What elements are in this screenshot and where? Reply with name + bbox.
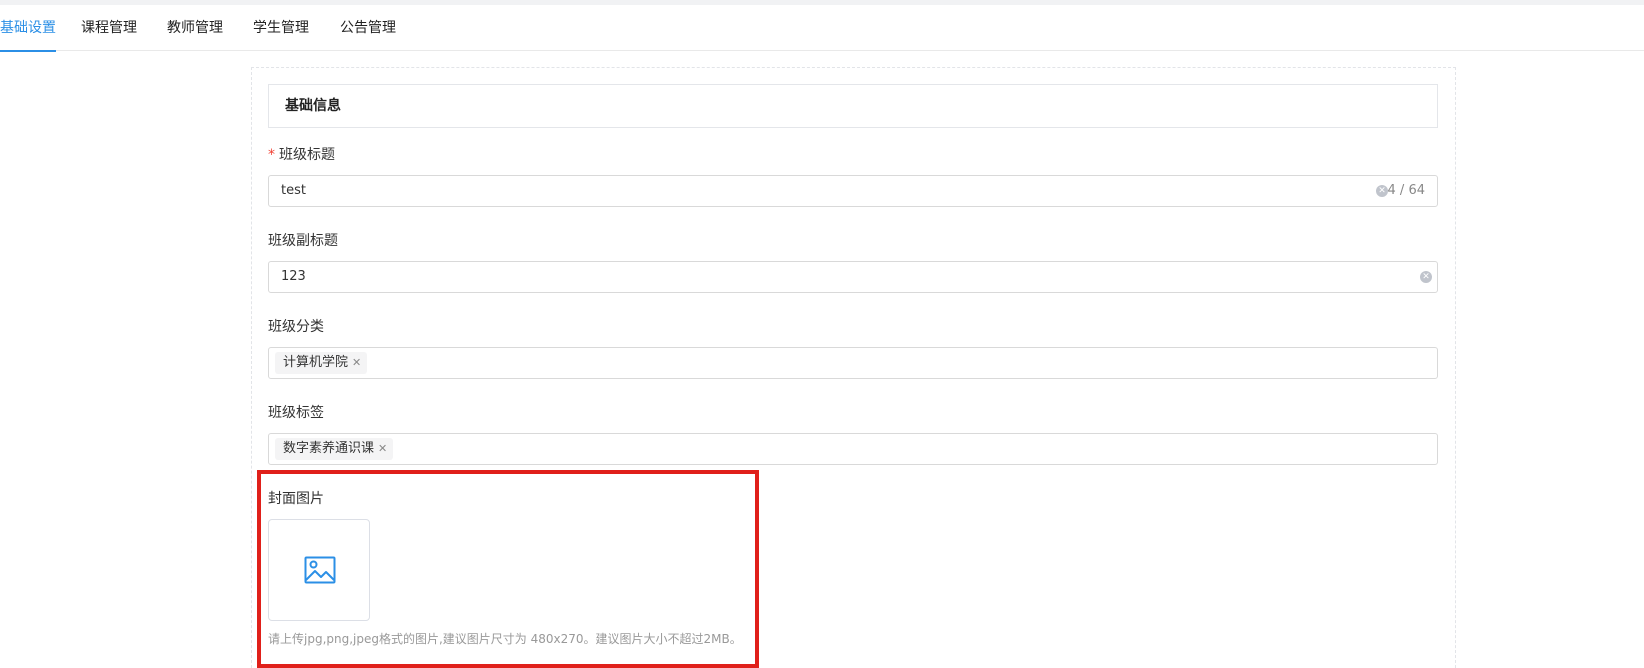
cover-image-upload[interactable] — [268, 519, 370, 621]
tab-bar: 基础设置 课程管理 教师管理 学生管理 公告管理 — [0, 5, 1644, 52]
category-tag: 计算机学院 ✕ — [275, 352, 368, 374]
class-subtitle-label: 班级副标题 — [268, 233, 338, 249]
tag-close-icon[interactable]: ✕ — [378, 438, 387, 460]
class-tag: 数字素养通识课 ✕ — [275, 438, 394, 460]
tab-course-management[interactable]: 课程管理 — [81, 5, 137, 51]
class-title-input[interactable] — [281, 176, 1301, 206]
class-subtitle-field[interactable]: ✕ — [268, 261, 1438, 293]
section-title: 基础信息 — [285, 98, 341, 114]
class-title-label: * 班级标题 — [268, 145, 335, 165]
clear-icon[interactable]: ✕ — [1376, 185, 1388, 197]
category-tag-label: 计算机学院 — [283, 355, 349, 370]
class-tag-label: 数字素养通识课 — [283, 441, 375, 456]
class-subtitle-input[interactable] — [281, 262, 1301, 292]
clear-icon[interactable]: ✕ — [1420, 271, 1432, 283]
cover-image-label: 封面图片 — [268, 491, 324, 507]
section-header: 基础信息 — [268, 84, 1438, 128]
class-tags-select[interactable]: 数字素养通识课 ✕ — [268, 433, 1438, 465]
tab-basic-settings[interactable]: 基础设置 — [0, 5, 56, 52]
class-title-label-text: 班级标题 — [279, 147, 335, 163]
required-mark: * — [268, 147, 275, 163]
tab-student-management[interactable]: 学生管理 — [253, 5, 309, 51]
class-category-select[interactable]: 计算机学院 ✕ — [268, 347, 1438, 379]
tab-teacher-management[interactable]: 教师管理 — [167, 5, 223, 51]
class-title-field[interactable]: ✕ 4 / 64 — [268, 175, 1438, 207]
tab-announcement-management[interactable]: 公告管理 — [340, 5, 396, 51]
class-category-label: 班级分类 — [268, 319, 324, 335]
upload-hint: 请上传jpg,png,jpeg格式的图片,建议图片尺寸为 480x270。建议图… — [268, 632, 742, 646]
tag-close-icon[interactable]: ✕ — [352, 352, 361, 374]
char-counter: 4 / 64 — [1387, 183, 1425, 198]
image-icon — [304, 556, 336, 584]
class-tags-label: 班级标签 — [268, 405, 324, 421]
